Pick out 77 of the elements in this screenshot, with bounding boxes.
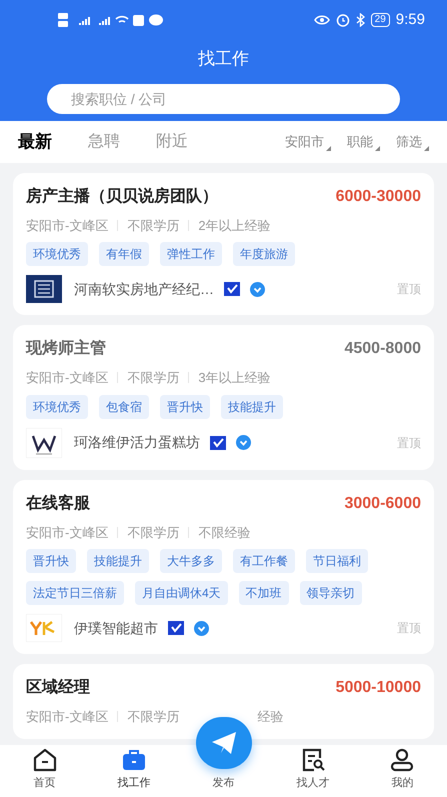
job-requirement: 不限学历 [127, 216, 180, 234]
job-requirement: 2年以上经验 [198, 216, 271, 234]
company-name: 伊璞智能超市 [74, 618, 158, 638]
job-card[interactable]: 现烤师主管 4500-8000 安阳市-文峰区 不限学历 3年以上经验 环境优秀 包食宿 晋升快 技能提升 珂洛维伊活力蛋糕坊 置顶 [13, 325, 434, 470]
filter-dropdown[interactable]: 筛选 [396, 132, 429, 152]
benefit-tag: 有工作餐 [233, 549, 295, 573]
check-badge-icon [250, 282, 265, 296]
benefit-tag: 技能提升 [87, 549, 149, 573]
check-badge-icon [236, 435, 251, 450]
status-time: 9:59 [396, 10, 425, 30]
user-icon [389, 748, 416, 772]
job-title: 房产主播（贝贝说房团队） [26, 186, 218, 206]
company-name: 河南软实房地产经纪… [74, 280, 214, 298]
verified-icon [224, 282, 240, 296]
job-title: 现烤师主管 [26, 338, 106, 359]
caret-icon [424, 146, 429, 152]
benefit-tag: 环境优秀 [26, 242, 88, 266]
benefit-tag: 法定节日三倍薪 [26, 581, 124, 605]
benefit-tag: 技能提升 [221, 394, 283, 418]
job-card[interactable]: 区域经理 5000-10000 安阳市-文峰区 不限学历 经验 [13, 664, 434, 738]
benefit-tag: 年度旅游 [233, 242, 295, 266]
benefit-tag: 晋升快 [160, 394, 210, 418]
salary: 4500-8000 [344, 339, 421, 359]
nav-tab[interactable]: 找工作 [118, 745, 151, 797]
job-title: 在线客服 [26, 493, 90, 514]
verified-icon [210, 436, 226, 450]
nav-tab[interactable]: 首页 [32, 745, 58, 797]
benefit-tag: 领导亲切 [300, 581, 362, 605]
job-requirement: 不限学历 [127, 369, 180, 387]
job-requirement: 安阳市-文峰区 [26, 216, 108, 234]
filter-dropdown[interactable]: 职能 [347, 132, 380, 152]
benefit-tag: 不加班 [238, 581, 289, 605]
benefit-tag: 月自由调休4天 [135, 581, 228, 605]
page-title: 找工作 [197, 48, 250, 70]
pinned-label: 置顶 [397, 281, 421, 298]
job-card[interactable]: 在线客服 3000-6000 安阳市-文峰区 不限学历 不限经验 晋升快 技能提升 大牛多多 有工作餐 节日福利 法定节日三倍薪 月自由调休4天 不加班 领导亲切 伊璞智能超市 置顶 [13, 480, 434, 654]
eye-icon [314, 14, 330, 26]
nav-tab[interactable]: 我的 [389, 745, 416, 797]
alarm-icon [336, 13, 350, 27]
benefit-tag: 有年假 [99, 242, 149, 266]
benefit-tag: 大牛多多 [160, 549, 222, 573]
salary: 3000-6000 [344, 494, 421, 514]
job-requirement: 不限经验 [198, 524, 250, 542]
job-requirement: 安阳市-文峰区 [26, 708, 108, 726]
job-requirement: 经验 [257, 708, 284, 726]
job-requirement: 不限学历 [127, 524, 180, 542]
tab[interactable]: 最新 [18, 128, 52, 154]
salary: 6000-30000 [336, 186, 421, 206]
benefit-tag: 晋升快 [26, 549, 76, 573]
verified-icon [168, 621, 184, 635]
company-logo-icon [26, 428, 62, 458]
nav-tab[interactable]: 找人才 [296, 745, 330, 797]
benefit-tag: 节日福利 [306, 549, 368, 573]
job-requirement: 不限学历 [127, 708, 180, 726]
job-requirement: 3年以上经验 [198, 369, 271, 387]
benefit-tag: 包食宿 [99, 394, 149, 418]
company-logo-icon [26, 275, 62, 303]
pinned-label: 置顶 [397, 620, 421, 637]
job-card[interactable]: 房产主播（贝贝说房团队） 6000-30000 安阳市-文峰区 不限学历 2年以上经验 环境优秀 有年假 弹性工作 年度旅游 河南软实房地产经纪… 置顶 [13, 172, 434, 315]
caret-icon [375, 146, 380, 152]
bluetooth-icon [356, 13, 365, 27]
home-icon [32, 748, 58, 772]
benefit-tag: 环境优秀 [26, 394, 88, 418]
job-requirement: 安阳市-文峰区 [26, 524, 108, 542]
pinned-label: 置顶 [397, 434, 421, 452]
caret-icon [326, 146, 331, 152]
job-requirement: 安阳市-文峰区 [26, 369, 108, 387]
company-logo-icon [26, 614, 62, 642]
check-badge-icon [194, 620, 209, 636]
salary: 5000-10000 [336, 678, 421, 698]
search-field[interactable]: 搜索职位 / 公司 [47, 84, 400, 114]
benefit-tag: 弹性工作 [160, 242, 222, 266]
job-title: 区域经理 [26, 678, 90, 698]
filter-dropdown[interactable]: 安阳市 [285, 132, 331, 152]
briefcase-icon [121, 748, 148, 772]
battery-level: 29 [370, 13, 390, 27]
company-name: 珂洛维伊活力蛋糕坊 [74, 433, 200, 452]
